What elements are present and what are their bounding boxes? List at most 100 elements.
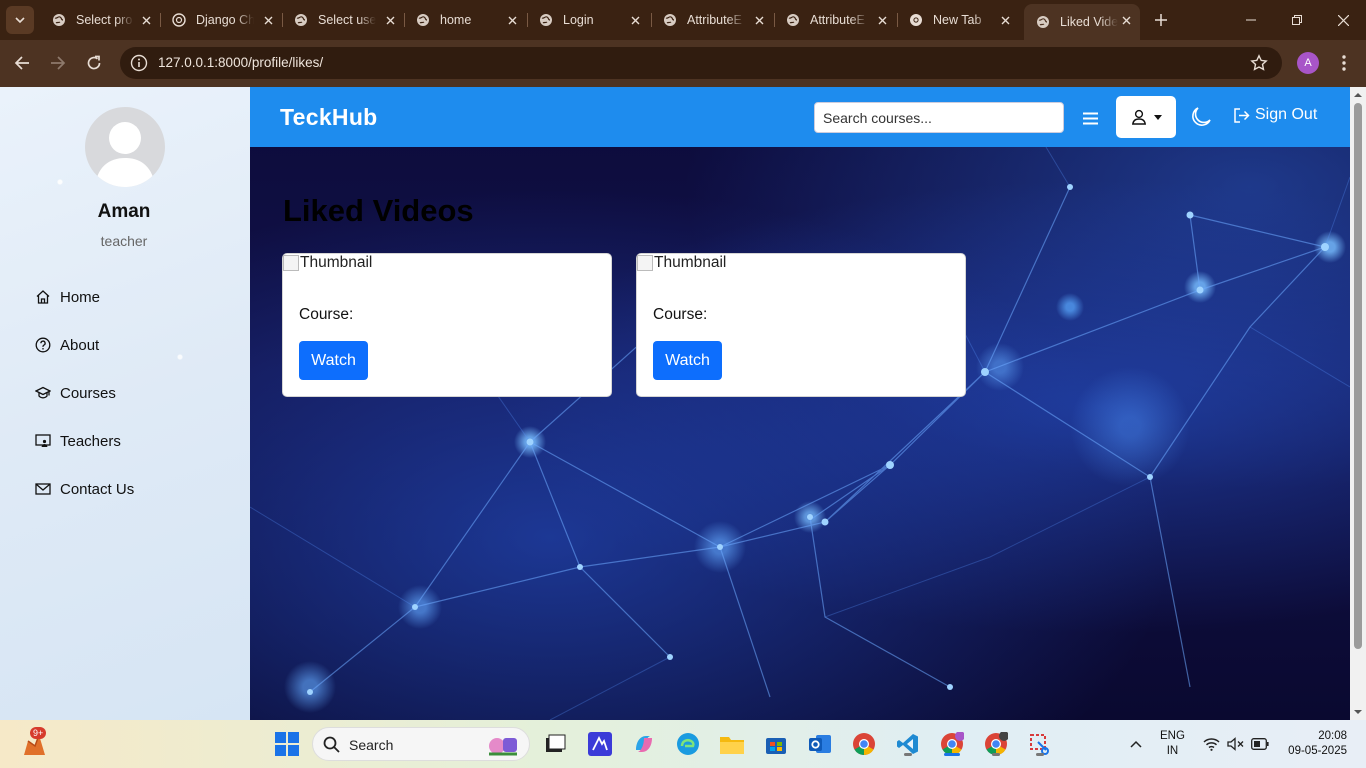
show-hidden-icons-button[interactable] <box>1121 729 1151 759</box>
system-clock[interactable]: 20:08 09-05-2025 <box>1283 729 1347 759</box>
watch-button[interactable]: Watch <box>299 341 368 380</box>
battery-icon[interactable] <box>1251 738 1269 750</box>
sidebar-item-teachers[interactable]: Teachers <box>35 429 121 453</box>
user-avatar[interactable] <box>85 107 165 187</box>
restore-icon <box>1292 15 1302 25</box>
task-view-button[interactable] <box>540 729 570 759</box>
taskbar-chrome-profile-2[interactable] <box>981 729 1011 759</box>
taskbar-chrome[interactable] <box>849 729 879 759</box>
taskbar-search[interactable]: Search <box>312 727 530 761</box>
globe-icon <box>1037 16 1049 28</box>
sidebar-item-about[interactable]: About <box>35 333 99 357</box>
wifi-icon[interactable] <box>1203 737 1220 751</box>
tab-title: Login <box>563 13 594 27</box>
moon-icon[interactable] <box>1190 106 1212 128</box>
browser-tab[interactable]: Select pro <box>40 4 160 36</box>
menu-toggle-button[interactable] <box>1076 104 1104 132</box>
taskbar-edge[interactable] <box>673 729 703 759</box>
chalkboard-teacher-icon <box>35 434 51 447</box>
video-thumbnail[interactable]: Thumbnail <box>637 254 726 272</box>
browser-tab[interactable]: Django Ch <box>160 4 282 36</box>
language-indicator[interactable]: ENG IN <box>1160 729 1185 759</box>
folder-icon <box>720 737 744 754</box>
user-dropdown-button[interactable] <box>1116 96 1176 138</box>
close-icon[interactable] <box>382 12 398 28</box>
start-button[interactable] <box>272 729 302 759</box>
speaker-muted-icon[interactable] <box>1227 737 1244 751</box>
store-icon <box>766 738 786 754</box>
info-icon[interactable] <box>130 54 148 72</box>
chatgpt-icon <box>172 13 186 27</box>
close-icon[interactable] <box>627 12 643 28</box>
sidebar-item-home[interactable]: Home <box>35 285 100 309</box>
globe-icon <box>664 14 676 26</box>
region-code: IN <box>1166 745 1179 757</box>
star-icon[interactable] <box>1250 54 1268 72</box>
browser-tab[interactable]: home <box>404 4 526 36</box>
taskbar-app-1[interactable] <box>585 729 615 759</box>
minimize-button[interactable] <box>1228 0 1274 40</box>
close-icon[interactable] <box>1118 12 1134 28</box>
browser-tab-strip: Select pro Django Ch Select use home Log… <box>0 0 1366 40</box>
chrome-icon <box>910 14 922 26</box>
globe-icon <box>295 14 307 26</box>
sidebar-item-contact-us[interactable]: Contact Us <box>35 477 134 501</box>
browser-menu-button[interactable] <box>1334 52 1354 74</box>
scrollbar-thumb[interactable] <box>1354 103 1362 649</box>
close-icon[interactable] <box>874 12 890 28</box>
close-icon[interactable] <box>138 12 154 28</box>
back-button[interactable] <box>11 52 33 74</box>
user-role: teacher <box>100 233 148 249</box>
taskbar-search-label: Search <box>349 737 394 753</box>
course-label: Course: <box>653 306 708 323</box>
page-scrollbar[interactable] <box>1350 87 1366 720</box>
browser-tab[interactable]: Select use <box>282 4 404 36</box>
globe-icon <box>540 14 552 26</box>
browser-tab[interactable]: AttributeE <box>774 4 896 36</box>
taskbar-outlook[interactable] <box>805 729 835 759</box>
video-card: Thumbnail Course: Watch <box>636 253 966 397</box>
brand-logo[interactable]: TeckHub <box>280 104 378 131</box>
chrome-icon <box>853 733 875 755</box>
taskbar-store[interactable] <box>761 729 791 759</box>
main-content: Liked Videos Thumbnail Course: Watch Thu… <box>250 87 1350 720</box>
taskbar-copilot[interactable] <box>629 729 659 759</box>
clock-time: 20:08 <box>1318 730 1347 742</box>
taskbar-chrome-profile-a[interactable] <box>937 729 967 759</box>
browser-tab-active[interactable]: Liked Vide <box>1024 4 1140 40</box>
forward-button[interactable] <box>47 52 69 74</box>
question-circle-icon <box>35 337 51 353</box>
sidebar-item-courses[interactable]: Courses <box>35 381 116 405</box>
close-icon[interactable] <box>260 12 276 28</box>
search-input[interactable] <box>814 102 1064 133</box>
taskbar-file-explorer[interactable] <box>717 729 747 759</box>
taskbar-vscode[interactable] <box>893 729 923 759</box>
home-icon <box>36 290 50 304</box>
close-icon[interactable] <box>997 12 1013 28</box>
windows-logo-icon <box>275 732 299 756</box>
tab-title: home <box>440 13 472 27</box>
scroll-down-icon[interactable] <box>1354 708 1362 716</box>
tab-title: New Tab <box>933 13 982 27</box>
new-tab-button[interactable] <box>1150 9 1172 31</box>
restore-button[interactable] <box>1274 0 1320 40</box>
close-icon[interactable] <box>504 12 520 28</box>
watch-button[interactable]: Watch <box>653 341 722 380</box>
scroll-up-icon[interactable] <box>1354 91 1362 99</box>
sign-out-button[interactable]: Sign Out <box>1233 106 1317 124</box>
tab-title: AttributeE <box>687 13 742 27</box>
video-thumbnail[interactable]: Thumbnail <box>283 254 372 272</box>
address-bar[interactable]: 127.0.0.1:8000/profile/likes/ <box>120 47 1282 79</box>
browser-profile-avatar[interactable]: A <box>1297 52 1319 74</box>
browser-tab[interactable]: AttributeE <box>651 4 773 36</box>
browser-tab[interactable]: New Tab <box>897 4 1019 36</box>
reload-button[interactable] <box>83 52 105 74</box>
browser-tab[interactable]: Login <box>527 4 649 36</box>
sidebar-item-label: Teachers <box>60 432 121 450</box>
sidebar-item-label: Courses <box>60 384 116 402</box>
tab-search-button[interactable] <box>6 6 34 34</box>
taskbar-snipping-tool[interactable] <box>1025 729 1055 759</box>
close-icon[interactable] <box>751 12 767 28</box>
sidebar-item-label: Home <box>60 288 101 306</box>
close-window-button[interactable] <box>1320 0 1366 40</box>
